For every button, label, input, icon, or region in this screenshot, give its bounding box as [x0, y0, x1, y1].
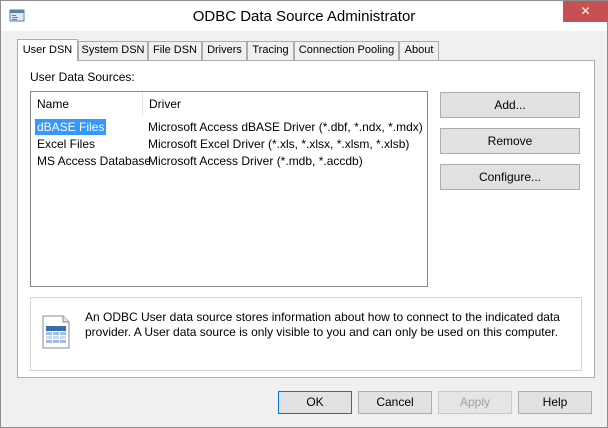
odbc-window: ODBC Data Source Administrator ✕ User DS… [0, 0, 608, 428]
user-data-sources-label: User Data Sources: [30, 70, 135, 84]
window-title: ODBC Data Source Administrator [192, 8, 416, 25]
data-sources-list[interactable]: Name Driver dBASE Files Microsoft Access… [30, 91, 428, 287]
list-item[interactable]: dBASE Files Microsoft Access dBASE Drive… [31, 119, 427, 135]
row-name: MS Access Database [37, 154, 152, 168]
row-driver: Microsoft Access dBASE Driver (*.dbf, *.… [148, 120, 423, 134]
list-item[interactable]: Excel Files Microsoft Excel Driver (*.xl… [31, 136, 427, 152]
row-driver: Microsoft Access Driver (*.mdb, *.accdb) [148, 154, 363, 168]
column-header-driver[interactable]: Driver [143, 92, 427, 116]
close-icon: ✕ [580, 4, 591, 18]
user-dsn-panel: User Data Sources: Name Driver dBASE Fil… [17, 60, 595, 378]
tab-about[interactable]: About [399, 41, 439, 60]
row-name: Excel Files [37, 137, 96, 151]
tab-user-dsn[interactable]: User DSN [17, 39, 78, 61]
tab-drivers[interactable]: Drivers [202, 41, 247, 60]
column-header-name[interactable]: Name [31, 92, 143, 116]
apply-button[interactable]: Apply [438, 391, 512, 414]
close-button[interactable]: ✕ [563, 1, 608, 22]
list-item[interactable]: MS Access Database Microsoft Access Driv… [31, 153, 427, 169]
tab-tracing[interactable]: Tracing [247, 41, 294, 60]
info-box: An ODBC User data source stores informat… [30, 297, 582, 371]
help-button[interactable]: Help [518, 391, 592, 414]
add-button[interactable]: Add... [440, 92, 580, 118]
cancel-button[interactable]: Cancel [358, 391, 432, 414]
tab-system-dsn[interactable]: System DSN [78, 41, 148, 60]
row-driver: Microsoft Excel Driver (*.xls, *.xlsx, *… [148, 137, 410, 151]
ok-button[interactable]: OK [278, 391, 352, 414]
database-document-icon [42, 315, 70, 349]
row-name: dBASE Files [35, 119, 107, 135]
title-bar[interactable]: ODBC Data Source Administrator ✕ [1, 1, 608, 31]
tab-file-dsn[interactable]: File DSN [148, 41, 202, 60]
tab-connection-pooling[interactable]: Connection Pooling [294, 41, 399, 60]
configure-button[interactable]: Configure... [440, 164, 580, 190]
info-description: An ODBC User data source stores informat… [85, 310, 560, 339]
remove-button[interactable]: Remove [440, 128, 580, 154]
